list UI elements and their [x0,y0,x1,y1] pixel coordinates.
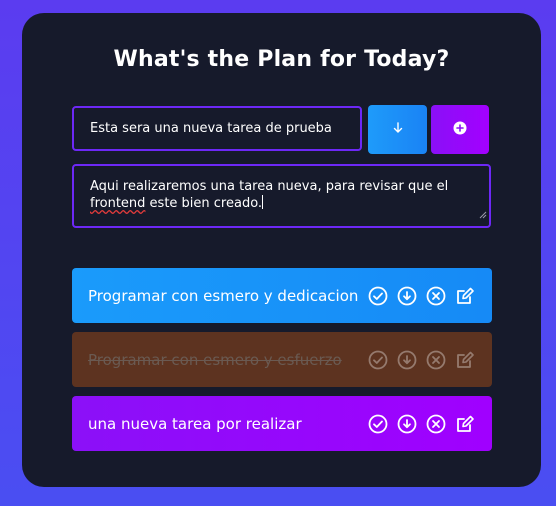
check-circle-icon[interactable] [367,349,389,371]
resize-grip-icon[interactable] [478,207,487,224]
task-item[interactable]: Programar con esmero y dedicacion [72,268,492,323]
expand-description-button[interactable] [368,105,427,154]
task-title-input[interactable]: Esta sera una nueva tarea de prueba [72,106,362,151]
todo-card: What's the Plan for Today? Esta sera una… [22,13,541,487]
edit-icon[interactable] [454,349,476,371]
edit-icon[interactable] [454,413,476,435]
edit-icon[interactable] [454,285,476,307]
description-text-2: este bien creado. [145,196,263,211]
close-circle-icon[interactable] [425,285,447,307]
download-circle-icon[interactable] [396,349,418,371]
add-task-button[interactable] [431,105,489,154]
check-circle-icon[interactable] [367,413,389,435]
task-description-textarea[interactable]: Aqui realizaremos una tarea nueva, para … [72,164,491,228]
task-item[interactable]: una nueva tarea por realizar [72,396,492,451]
plus-circle-icon [453,120,467,139]
close-circle-icon[interactable] [425,349,447,371]
task-actions [367,413,476,435]
task-actions [367,285,476,307]
check-circle-icon[interactable] [367,285,389,307]
download-circle-icon[interactable] [396,285,418,307]
text-caret [262,195,264,209]
task-label: una nueva tarea por realizar [88,414,302,433]
task-item-completed[interactable]: Programar con esmero y esfuerzo [72,332,492,387]
arrow-down-icon [392,120,404,139]
task-actions [367,349,476,371]
close-circle-icon[interactable] [425,413,447,435]
misspelled-word: frontend [90,196,146,211]
page-title: What's the Plan for Today? [113,47,450,72]
description-text-1: Aqui realizaremos una tarea nueva, para … [90,179,449,194]
task-label: Programar con esmero y dedicacion [88,286,359,305]
task-label: Programar con esmero y esfuerzo [88,350,342,369]
download-circle-icon[interactable] [396,413,418,435]
